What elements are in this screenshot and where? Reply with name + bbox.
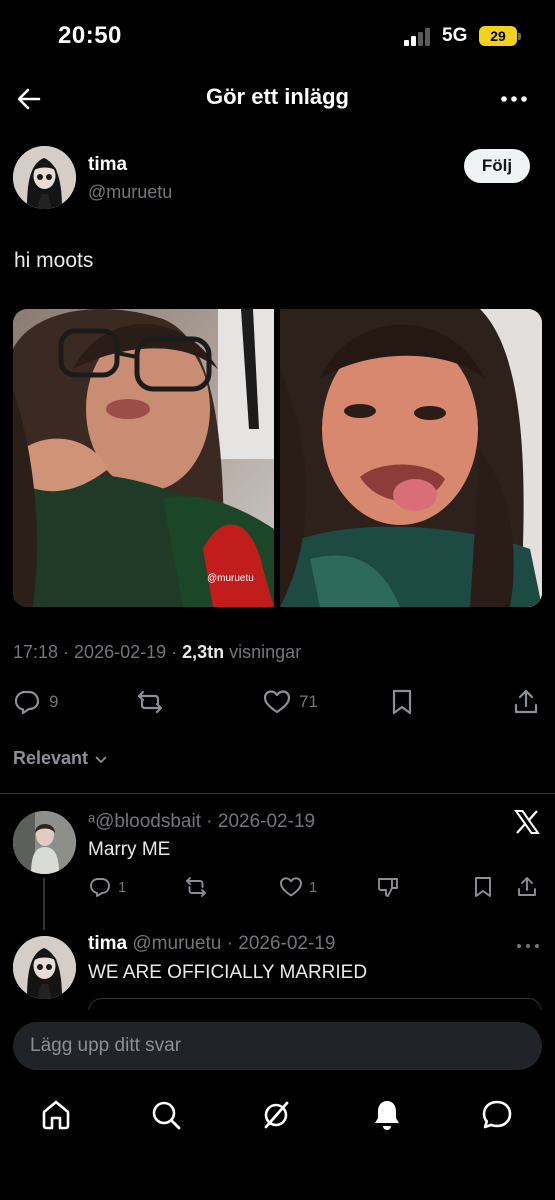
post-meta: 17:18 · 2026-02-19 · 2,3tn visningar xyxy=(13,642,302,662)
tab-search[interactable] xyxy=(148,1097,188,1137)
filter-label: Relevant xyxy=(13,748,89,768)
post-date: 2026-02-19 xyxy=(74,642,167,662)
views-label: visningar xyxy=(229,642,302,662)
page-title: Gör ett inlägg xyxy=(206,84,349,109)
reply-author-handle[interactable]: @muruetu xyxy=(132,933,221,954)
repost-button[interactable] xyxy=(136,684,164,720)
post-image-1[interactable]: @muruetu xyxy=(13,309,274,607)
reply-author-name[interactable]: tima xyxy=(88,933,127,954)
reply-reply-count: 1 xyxy=(118,878,127,896)
reply-count: 9 xyxy=(49,692,59,711)
reply-text: Marry ME xyxy=(88,839,171,860)
reply-like-button[interactable]: 1 xyxy=(279,872,317,902)
thread-line xyxy=(43,878,45,930)
like-button[interactable]: 71 xyxy=(263,684,318,720)
x-logo-icon xyxy=(514,810,540,834)
reply-like-count: 1 xyxy=(309,878,318,896)
reply-date: 2026-02-19 xyxy=(238,933,336,954)
bookmark-icon xyxy=(475,877,491,897)
reply-author-handle[interactable]: @bloodsbait xyxy=(95,811,201,832)
reply-text: WE ARE OFFICIALLY MARRIED xyxy=(88,962,368,983)
messages-icon xyxy=(482,1100,512,1129)
reply-more-button[interactable] xyxy=(516,934,540,957)
reply-avatar[interactable] xyxy=(13,811,76,874)
replies-sort-filter[interactable]: Relevant xyxy=(13,748,110,769)
status-time: 20:50 xyxy=(58,22,122,49)
reply-share-button[interactable] xyxy=(515,872,539,902)
divider xyxy=(0,793,555,794)
reply-date: 2026-02-19 xyxy=(217,811,316,832)
views-count[interactable]: 2,3tn xyxy=(182,642,224,662)
post-time: 17:18 xyxy=(13,642,59,662)
reply-icon xyxy=(14,690,40,715)
reply-header: ᵃ@bloodsbait · 2026-02-19 xyxy=(88,811,316,832)
post-actions: 9 71 xyxy=(0,684,555,720)
thumbs-down-icon xyxy=(378,878,398,897)
tab-messages[interactable] xyxy=(479,1097,519,1137)
avatar-image xyxy=(13,146,76,209)
search-icon xyxy=(152,1101,181,1130)
share-icon xyxy=(514,689,538,714)
signal-icon xyxy=(404,28,434,46)
more-dots-icon xyxy=(517,944,539,948)
status-bar: 20:50 5G 29 xyxy=(0,0,555,72)
avatar-image xyxy=(13,936,76,999)
heart-icon xyxy=(263,690,291,714)
more-options-button[interactable] xyxy=(497,82,531,116)
reply-header: tima @muruetu · 2026-02-19 xyxy=(88,933,336,954)
post-header: Gör ett inlägg xyxy=(0,72,555,126)
share-icon xyxy=(518,877,536,896)
reply-dislike-button[interactable] xyxy=(376,872,400,902)
selfie-photo-glasses xyxy=(13,309,274,607)
post-image-2[interactable] xyxy=(280,309,542,607)
reply-repost-button[interactable] xyxy=(184,872,208,902)
tab-notifications[interactable] xyxy=(369,1097,409,1137)
like-count: 71 xyxy=(299,692,318,711)
post-text: hi moots xyxy=(14,249,94,272)
repost-icon xyxy=(186,877,206,897)
reply-actions: 1 1 xyxy=(0,872,555,902)
tab-grok[interactable] xyxy=(258,1097,298,1137)
battery-icon: 29 xyxy=(479,26,521,46)
reply-avatar[interactable] xyxy=(13,936,76,999)
author-handle[interactable]: @muruetu xyxy=(88,182,172,203)
selfie-photo-tongue xyxy=(280,309,542,607)
reply-bookmark-button[interactable] xyxy=(471,872,495,902)
notifications-icon xyxy=(375,1101,399,1130)
author-name[interactable]: tima xyxy=(88,154,127,176)
bookmark-button[interactable] xyxy=(388,684,416,720)
network-label: 5G xyxy=(442,25,468,46)
media-watermark: @muruetu xyxy=(207,573,254,584)
reply-icon xyxy=(90,878,110,897)
repost-icon xyxy=(137,690,163,714)
chevron-down-icon xyxy=(95,755,107,763)
heart-icon xyxy=(280,877,302,897)
avatar-image xyxy=(13,811,76,874)
follow-button[interactable]: Följ xyxy=(464,149,530,183)
grok-icon xyxy=(264,1101,289,1129)
more-dots-icon xyxy=(501,96,527,102)
home-icon xyxy=(42,1100,70,1130)
reply-reply-button[interactable]: 1 xyxy=(88,872,126,902)
bookmark-icon xyxy=(392,689,412,715)
reply-button[interactable]: 9 xyxy=(13,684,58,720)
author-avatar[interactable] xyxy=(13,146,76,209)
reply-composer-input[interactable] xyxy=(13,1022,542,1070)
share-button[interactable] xyxy=(512,684,540,720)
tab-home[interactable] xyxy=(38,1097,78,1137)
